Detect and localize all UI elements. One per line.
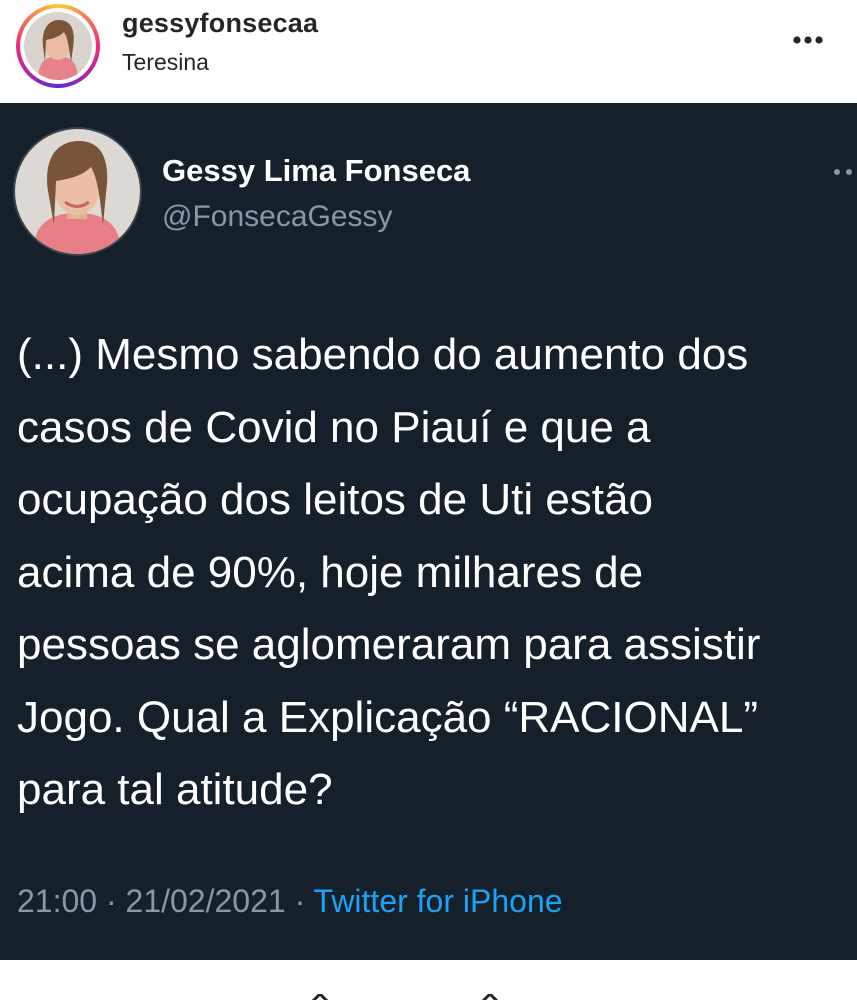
tweet-date: 21/02/2021 [125, 883, 286, 919]
tweet-text-line: casos de Covid no Piauí e que a [17, 402, 651, 452]
post-action-bar [0, 960, 857, 1000]
tweet-text-line: pessoas se aglomeraram para assistir [17, 620, 761, 669]
profile-photo-icon [24, 12, 92, 80]
tweet-text-line: Jogo. Qual a Explicação “RACIONAL” [17, 692, 758, 742]
tweet-time: 21:00 [17, 883, 98, 919]
tweet-profile-photo-icon [15, 129, 140, 254]
post-location[interactable]: Teresina [122, 49, 209, 76]
partial-action-icons [311, 994, 499, 1000]
meta-separator: · [294, 883, 306, 919]
tweet-display-name: Gessy Lima Fonseca [162, 153, 471, 188]
tweet-text: (...) Mesmo sabendo do aumento dos casos… [17, 319, 852, 827]
instagram-post-header: gessyfonsecaa Teresina [0, 0, 857, 103]
tweet-metadata: 21:00 · 21/02/2021 · Twitter for iPhone [17, 883, 563, 920]
tweet-source: Twitter for iPhone [313, 883, 563, 919]
avatar[interactable] [24, 12, 92, 80]
tweet-text-line: para tal atitude? [17, 765, 333, 814]
tweet-text-line: (...) Mesmo sabendo do aumento dos [17, 330, 749, 379]
tweet-screenshot: Gessy Lima Fonseca @FonsecaGessy (...) M… [0, 103, 857, 960]
tweet-avatar [15, 129, 140, 254]
tweet-more-icon [834, 169, 852, 175]
meta-separator: · [105, 883, 117, 919]
post-username[interactable]: gessyfonsecaa [122, 8, 318, 39]
tweet-text-line: acima de 90%, hoje milhares de [17, 547, 644, 597]
story-ring[interactable] [16, 4, 100, 88]
tweet-handle: @FonsecaGessy [162, 200, 393, 233]
more-options-icon[interactable] [786, 30, 830, 50]
tweet-text-line: ocupação dos leitos de Uti estão [17, 475, 653, 524]
